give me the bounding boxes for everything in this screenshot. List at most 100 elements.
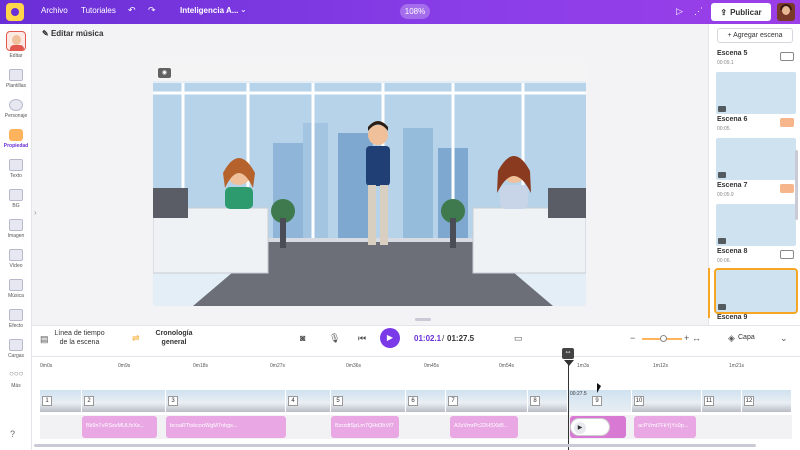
orange-flag-icon[interactable] <box>780 184 794 193</box>
audio-clip[interactable]: Bk9n7vRSsvMULfzXe... <box>82 416 157 438</box>
timeline-divider <box>32 356 800 357</box>
camera-icon[interactable]: ◉ <box>158 68 171 78</box>
audio-clip[interactable]: BzrzdtSpLm7QHd3hVf7 <box>331 416 399 438</box>
audio-clip[interactable]: A3zVmrPc22HSXkB... <box>450 416 518 438</box>
audio-track: Bk9n7vRSsvMULfzXe... bcoaRTtxkcooWgM7nhg… <box>40 415 792 439</box>
audio-preview-control[interactable]: ▶ <box>570 418 610 436</box>
add-scene-button[interactable]: + Agregar escena <box>717 28 793 43</box>
scene-block[interactable]: 7 <box>446 390 528 412</box>
sidebar-item-mas[interactable]: ○○○ Más <box>0 369 32 389</box>
orange-flag-icon[interactable] <box>780 118 794 127</box>
play-button[interactable]: ▶ <box>380 328 400 348</box>
ruler-label: 0m0s <box>40 363 53 369</box>
image-icon <box>9 219 23 231</box>
upload-icon: ⇪ <box>720 7 728 17</box>
sidebar-item-personaje[interactable]: Personaje <box>0 99 32 119</box>
scene-block-time: 00:27.5 <box>570 391 587 397</box>
avatar-icon <box>6 31 26 51</box>
microphone-icon[interactable]: 🎙 <box>329 333 340 344</box>
audio-clip[interactable]: bcoaRTtxkcooWgM7nhgs... <box>166 416 286 438</box>
scene-block-selected[interactable]: 00:27.5 9 <box>568 390 632 412</box>
general-timeline-toggle[interactable]: Cronología general <box>150 329 198 347</box>
general-timeline-icon[interactable]: ⇌ <box>132 333 140 344</box>
scene-thumbnail-selected[interactable] <box>714 268 798 314</box>
scene-block[interactable]: 11 <box>702 390 742 412</box>
character-icon <box>9 99 23 111</box>
playhead-marker[interactable] <box>564 360 574 366</box>
sidebar-item-plantillas[interactable]: Plantillas <box>0 69 32 89</box>
zoom-level[interactable]: 108% <box>400 4 430 19</box>
timeline-zoom-knob[interactable] <box>660 335 667 342</box>
more-icon: ○○○ <box>9 369 24 378</box>
timeline-panel: ▤ Línea de tiempo de la escena ⇌ Cronolo… <box>32 325 800 450</box>
vr-icon[interactable] <box>780 52 794 61</box>
chevron-right-icon[interactable]: › <box>34 208 37 217</box>
scene-block[interactable]: 6 <box>406 390 446 412</box>
sidebar-item-texto[interactable]: Texto <box>0 159 32 179</box>
sidebar-item-propiedad[interactable]: Propiedad <box>0 129 32 149</box>
audio-clip[interactable]: acPVmt7FkYjYs9p... <box>634 416 696 438</box>
project-title[interactable]: Inteligencia A... <box>180 6 238 15</box>
ruler-label: 1m3s <box>577 363 590 369</box>
sidebar-item-efecto[interactable]: Efecto <box>0 309 32 329</box>
scene-block[interactable]: 8 <box>528 390 568 412</box>
zoom-out-icon[interactable]: − <box>630 333 635 343</box>
templates-icon <box>9 69 23 81</box>
undo-icon[interactable]: ↶ <box>128 5 136 16</box>
mouse-cursor <box>597 383 601 393</box>
scene-block[interactable]: 5 <box>331 390 406 412</box>
layers-icon[interactable]: ◈ <box>728 333 735 344</box>
timeline-scrollbar[interactable] <box>34 444 756 447</box>
sidebar-item-musica[interactable]: Música <box>0 279 32 299</box>
music-icon <box>9 279 23 291</box>
skip-back-icon[interactable]: ⏮ <box>358 333 366 344</box>
play-icon[interactable]: ▶ <box>574 422 586 434</box>
sidebar-item-editar[interactable]: Editar <box>0 31 32 59</box>
sidebar-item-cargas[interactable]: Cargas <box>0 339 32 359</box>
scene-thumbnail[interactable] <box>716 204 796 246</box>
scene-canvas[interactable]: ◉ <box>153 63 586 306</box>
zoom-in-icon[interactable]: + <box>684 333 689 343</box>
sidebar-item-imagen[interactable]: Imagen <box>0 219 32 239</box>
ruler-label: 1m12s <box>653 363 669 369</box>
layer-label[interactable]: Capa <box>738 334 755 341</box>
background-icon <box>9 189 23 201</box>
scene-block[interactable]: 4 <box>286 390 331 412</box>
split-icon[interactable]: ⇿ <box>562 348 574 359</box>
ruler-label: 0m18s <box>193 363 209 369</box>
time-separator: / <box>442 334 445 343</box>
scene-thumbnail[interactable] <box>716 72 796 114</box>
app-logo-icon[interactable] <box>6 3 24 21</box>
left-sidebar: Editar Plantillas Personaje Propiedad Te… <box>0 24 32 450</box>
share-icon[interactable]: ⋰ <box>694 6 703 17</box>
scene-block[interactable]: 3 <box>166 390 286 412</box>
chevron-down-icon[interactable]: ⌄ <box>780 333 788 344</box>
help-icon[interactable]: ? <box>10 429 15 439</box>
vr-icon[interactable] <box>780 250 794 259</box>
chevron-down-icon[interactable]: ⌄ <box>240 5 247 14</box>
scenes-scrollbar[interactable] <box>795 150 798 220</box>
playhead-line[interactable] <box>568 360 569 450</box>
panel-resize-handle[interactable] <box>415 318 431 321</box>
publish-button[interactable]: ⇪ Publicar <box>711 3 771 21</box>
redo-icon[interactable]: ↷ <box>148 5 156 16</box>
sidebar-item-bg[interactable]: BG <box>0 189 32 209</box>
preview-icon[interactable]: ▷ <box>676 6 683 17</box>
scene-block[interactable]: 12 <box>742 390 792 412</box>
active-scene-indicator <box>708 268 710 318</box>
scene-block[interactable]: 1 <box>40 390 82 412</box>
subtitles-icon[interactable]: ▭ <box>514 333 523 344</box>
edit-music-button[interactable]: ✎ Editar música <box>42 29 103 38</box>
screenshot-icon[interactable]: ◙ <box>300 333 305 343</box>
scene-timeline-icon[interactable]: ▤ <box>40 334 49 345</box>
scene-block[interactable]: 10 <box>632 390 702 412</box>
sidebar-item-video[interactable]: Vídeo <box>0 249 32 269</box>
scene-block[interactable]: 2 <box>82 390 166 412</box>
menu-archivo[interactable]: Archivo <box>41 6 68 15</box>
user-avatar[interactable] <box>777 3 795 21</box>
fit-icon[interactable]: ↔ <box>692 333 701 343</box>
menu-tutoriales[interactable]: Tutoriales <box>81 6 116 15</box>
ruler-label: 0m9s <box>118 363 131 369</box>
scene-thumbnail[interactable] <box>716 138 796 180</box>
scene-timeline-toggle[interactable]: Línea de tiempo de la escena <box>52 329 107 347</box>
